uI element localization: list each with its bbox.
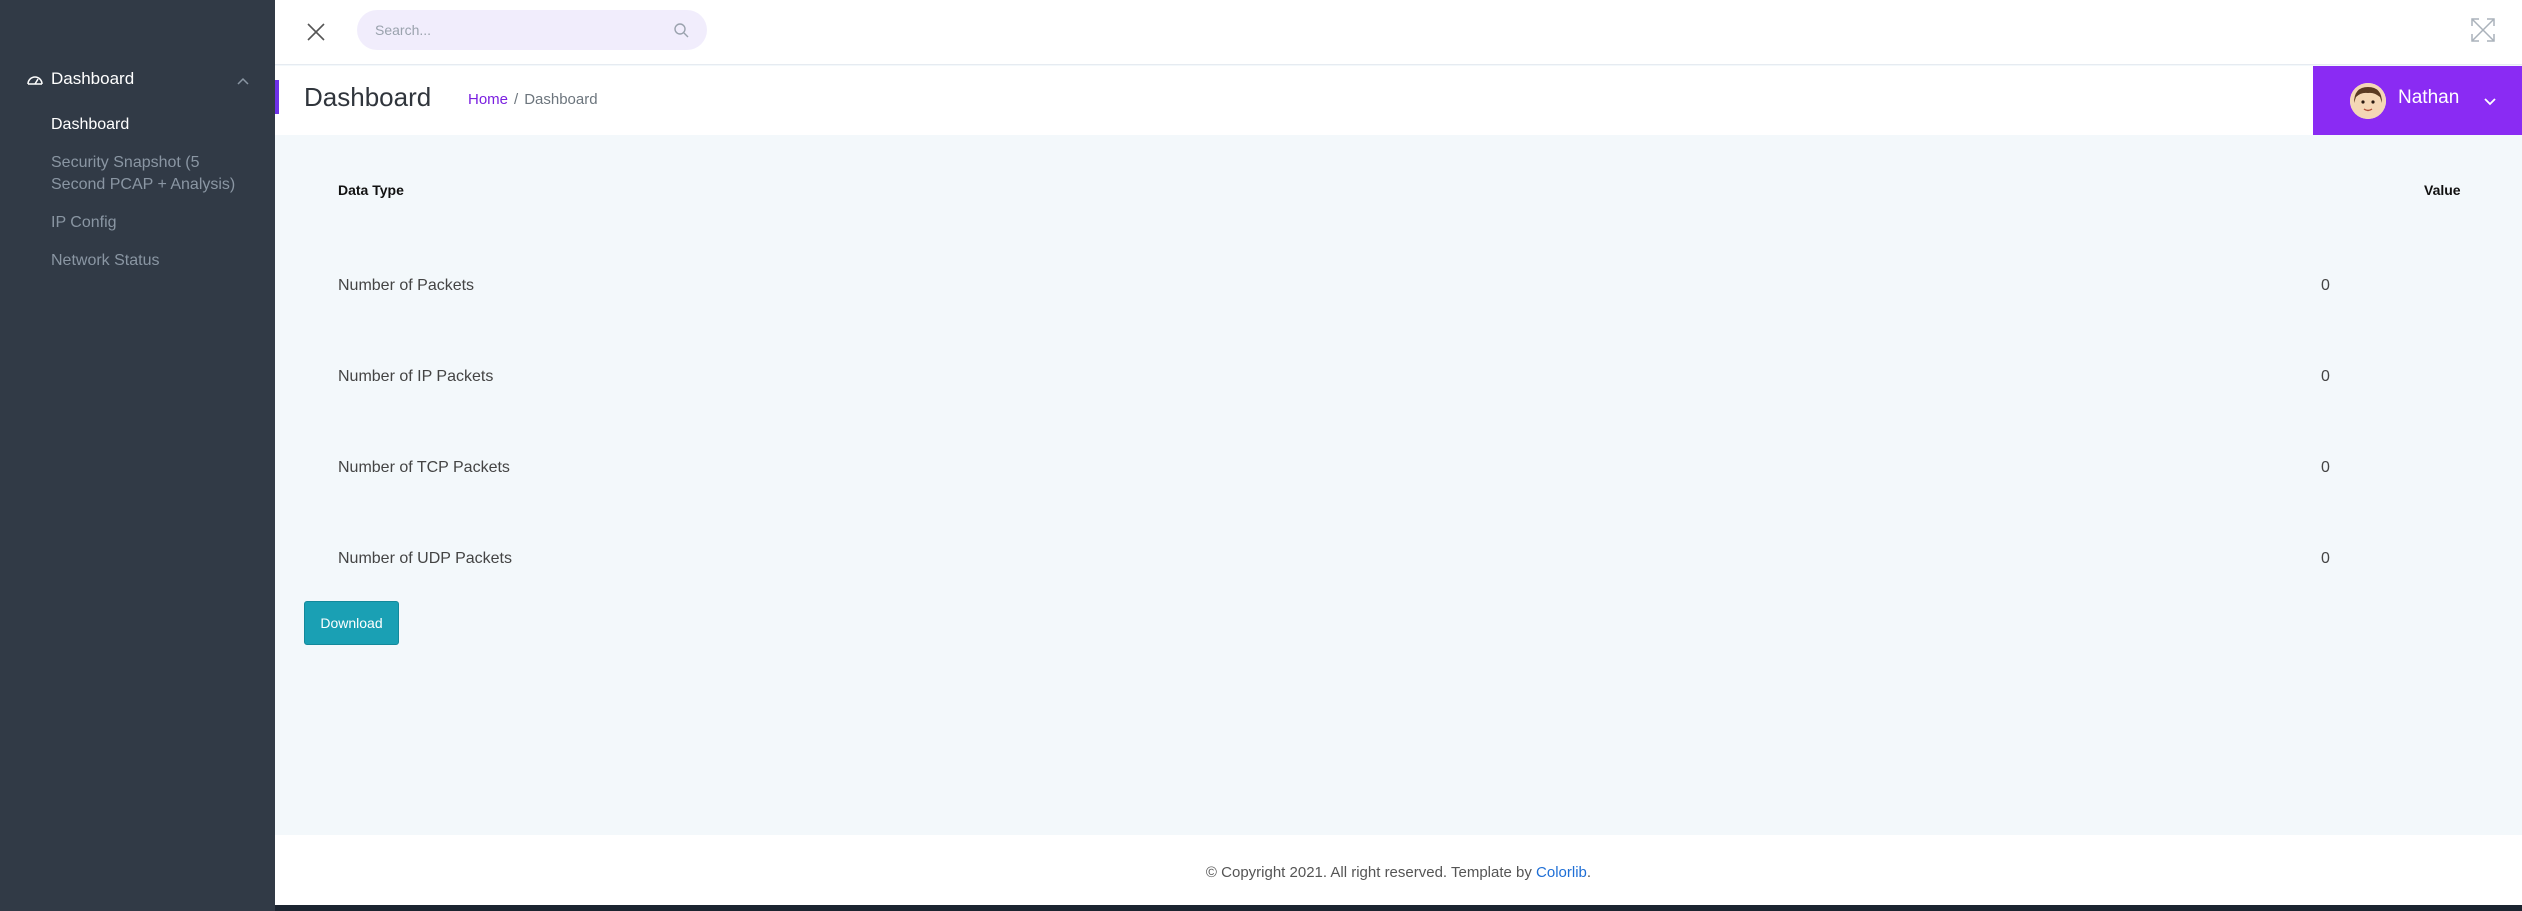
data-table: Data Type Value Number of Packets 0 Numb… [275,135,2522,835]
footer-copyright: © Copyright 2021. All right reserved. Te… [1205,864,1537,881]
footer-suffix: . [1586,864,1592,881]
user-menu[interactable]: Nathan [2313,66,2522,135]
column-header-value: Value [2424,182,2461,198]
row-value: 0 [2321,550,2330,567]
sidebar-item-ip-config[interactable]: IP Config [51,212,117,234]
row-label: Number of IP Packets [338,368,494,385]
dashboard-icon [26,72,44,90]
sidebar-item-dashboard[interactable]: Dashboard [51,114,129,136]
sidebar-item-security-snapshot[interactable]: Security Snapshot (5 Second PCAP + Analy… [51,152,235,196]
avatar [2350,83,2386,119]
search-icon[interactable] [673,22,689,38]
search-box [357,10,707,50]
sidebar-item-label-line1: Security Snapshot (5 [51,154,200,171]
column-header-data-type: Data Type [338,182,404,198]
footer: © Copyright 2021. All right reserved. Te… [275,835,2522,905]
row-label: Number of Packets [338,277,475,294]
row-label: Number of UDP Packets [338,550,512,567]
search-input[interactable] [375,10,655,50]
row-value: 0 [2321,277,2330,294]
user-name: Nathan [2398,87,2460,108]
sidebar-item-label-line2: Second PCAP + Analysis) [51,176,236,193]
breadcrumb-current: Dashboard [524,91,598,108]
row-label: Number of TCP Packets [338,459,510,476]
sidebar-group-label: Dashboard [51,69,135,88]
main-content: Dashboard Home / Dashboard Nathan [275,0,2522,911]
row-value: 0 [2321,368,2330,385]
breadcrumb: Home / Dashboard [468,91,598,108]
page-header: Dashboard Home / Dashboard Nathan [275,66,2522,135]
footer-colorlib-link[interactable]: Colorlib [1536,864,1587,881]
fullscreen-icon[interactable] [2470,17,2496,43]
row-value: 0 [2321,459,2330,476]
sidebar-group-dashboard[interactable]: Dashboard [0,66,275,96]
sidebar: Dashboard Dashboard Security Snapshot (5… [0,0,275,911]
topbar [275,0,2522,65]
sidebar-item-network-status[interactable]: Network Status [51,250,159,272]
page-title: Dashboard [304,82,432,112]
breadcrumb-home-link[interactable]: Home [468,91,508,108]
header-accent-bar [275,80,279,114]
breadcrumb-separator: / [514,91,519,108]
download-button[interactable]: Download [304,601,399,645]
chevron-up-icon [236,74,250,88]
bottom-strip [275,905,2522,911]
chevron-down-icon [2482,93,2498,109]
close-icon[interactable] [304,20,328,44]
